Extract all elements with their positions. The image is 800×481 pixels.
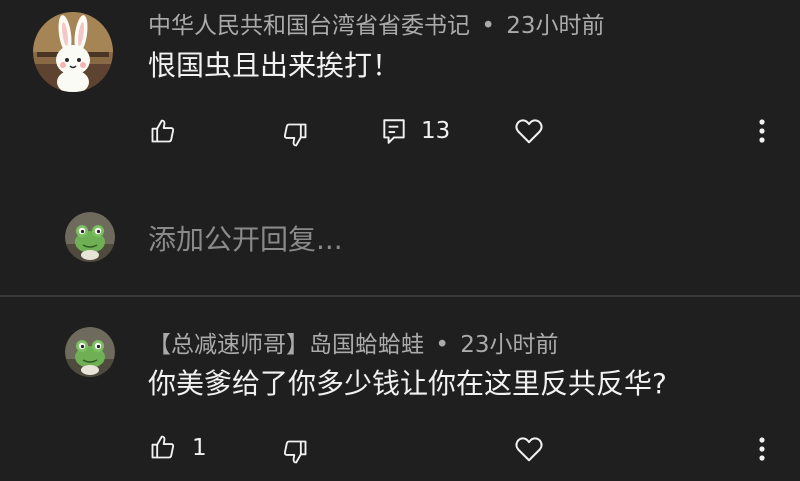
comment-time: 23小时前	[506, 13, 605, 39]
reply-comment-icon	[381, 117, 407, 145]
like-button[interactable]	[146, 430, 180, 464]
like-button[interactable]	[146, 114, 180, 148]
comment-text: 恨国虫且出来挨打！	[148, 49, 401, 82]
heart-button[interactable]	[512, 114, 546, 148]
comment-author[interactable]: 中华人民共和国台湾省省委书记	[148, 13, 470, 39]
thumbs-down-icon	[281, 438, 309, 466]
reply-button[interactable]	[378, 114, 410, 148]
thumbs-up-icon	[149, 117, 177, 145]
frog-avatar-icon[interactable]	[65, 327, 115, 377]
comment-meta: 中华人民共和国台湾省省委书记 • 23小时前	[148, 15, 604, 38]
frog-avatar-icon	[65, 212, 115, 262]
thumbs-down-icon	[281, 121, 309, 149]
divider	[0, 295, 800, 297]
comment-text: 你美爹给了你多少钱让你在这里反共反华?	[148, 367, 667, 400]
meta-separator: •	[435, 332, 449, 358]
more-options-button[interactable]	[748, 432, 776, 466]
comment-author[interactable]: 【总减速师哥】岛国蛤蛤蛙	[148, 332, 424, 358]
dislike-button[interactable]	[278, 118, 312, 152]
heart-icon	[514, 435, 544, 463]
meta-separator: •	[481, 13, 495, 39]
like-count: 1	[192, 435, 207, 461]
dislike-button[interactable]	[278, 435, 312, 469]
more-vertical-icon	[758, 436, 766, 462]
heart-icon	[514, 117, 544, 145]
comment-meta: 【总减速师哥】岛国蛤蛤蛙 • 23小时前	[148, 334, 558, 357]
reply-input[interactable]: 添加公开回复...	[148, 226, 343, 254]
heart-button[interactable]	[512, 432, 546, 466]
more-vertical-icon	[758, 118, 766, 144]
comment-time: 23小时前	[460, 332, 559, 358]
bunny-avatar-icon[interactable]	[33, 12, 113, 92]
reply-count: 13	[421, 118, 451, 144]
comment-thread: 中华人民共和国台湾省省委书记 • 23小时前 恨国虫且出来挨打！ 13 添加公开…	[0, 0, 800, 481]
thumbs-up-icon	[149, 433, 177, 461]
more-options-button[interactable]	[748, 114, 776, 148]
